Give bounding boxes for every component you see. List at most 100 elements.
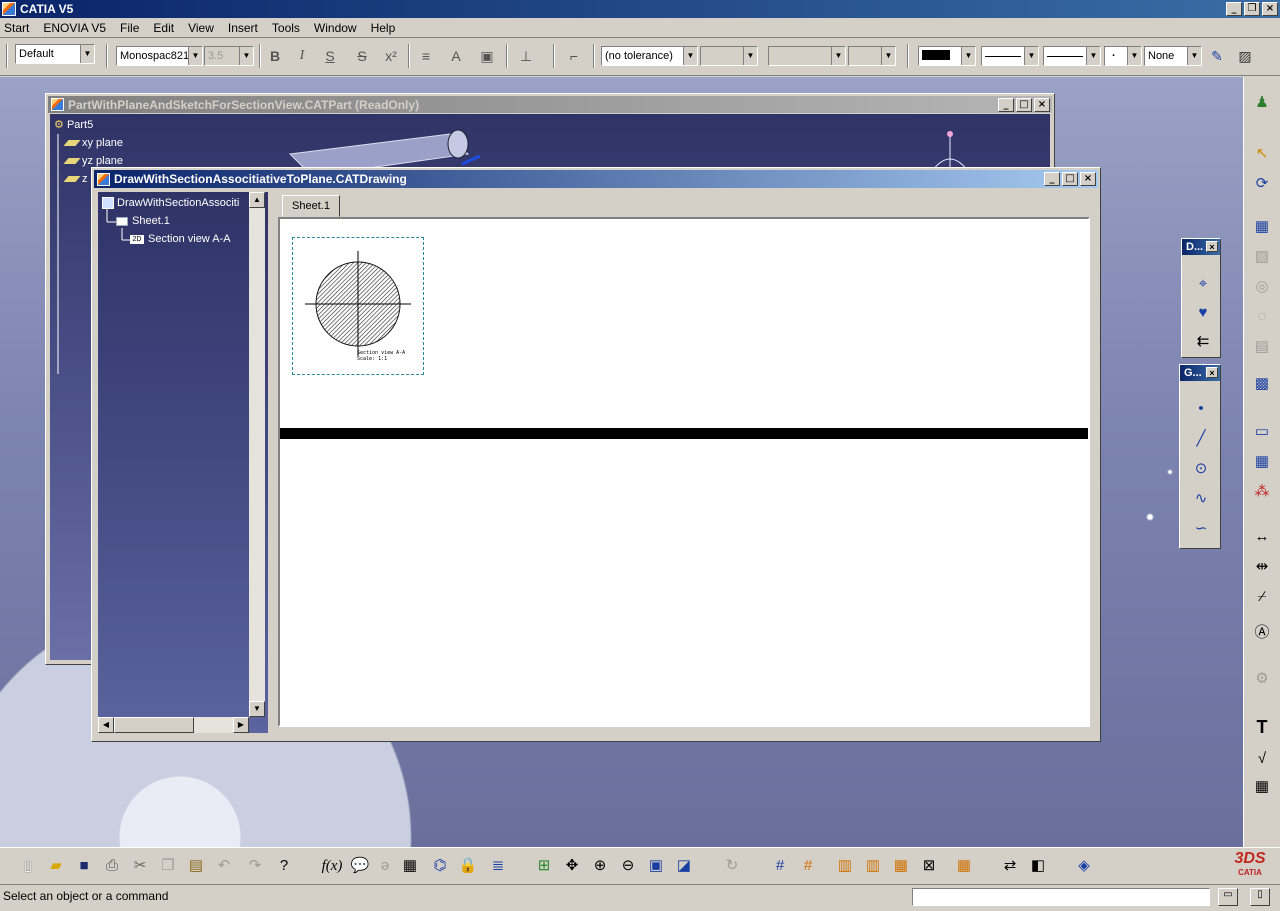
broken-view-icon[interactable]: ▤ bbox=[1250, 335, 1274, 359]
font-size-combo[interactable]: 3.5 ▼ bbox=[204, 46, 254, 66]
thickness-combo[interactable]: ▼ bbox=[1043, 46, 1101, 66]
maximize-button[interactable]: □ bbox=[1016, 98, 1032, 112]
tree-item-xy-plane[interactable]: xy plane bbox=[63, 137, 123, 149]
chevron-down-icon[interactable]: ▼ bbox=[683, 47, 697, 65]
select-icon[interactable]: ↖ bbox=[1250, 142, 1274, 166]
spline-icon[interactable]: ∽ bbox=[1189, 517, 1213, 541]
font-combo[interactable]: Monospac821 ▼ bbox=[116, 46, 203, 66]
section-view-frame[interactable]: Section view A-A Scale: 1:1 bbox=[292, 237, 424, 375]
new-document-icon[interactable]: ▯ bbox=[16, 854, 40, 878]
circle-icon[interactable]: ⊙ bbox=[1189, 457, 1213, 481]
chevron-down-icon[interactable]: ▼ bbox=[961, 47, 975, 65]
drawing-window[interactable]: DrawWithSectionAssocitiativeToPlane.CATD… bbox=[91, 167, 1101, 742]
power-input-button[interactable]: ▯ bbox=[1250, 888, 1270, 906]
balloon-icon[interactable]: ⚙ bbox=[1250, 667, 1274, 691]
tab-sheet-1[interactable]: Sheet.1 bbox=[282, 195, 340, 217]
pattern-combo[interactable]: None ▼ bbox=[1144, 46, 1202, 66]
chevron-down-icon[interactable]: ▼ bbox=[80, 45, 94, 63]
scroll-right-icon[interactable]: ▶ bbox=[233, 717, 249, 733]
paste-icon[interactable]: ▤ bbox=[184, 854, 208, 878]
design-table-icon[interactable]: ▦ bbox=[398, 854, 422, 878]
line-icon[interactable]: ╱ bbox=[1189, 427, 1213, 451]
chevron-down-icon[interactable]: ▼ bbox=[188, 47, 202, 65]
display-icon[interactable]: ▦ bbox=[952, 854, 976, 878]
workbench-icon[interactable]: ♟ bbox=[1250, 91, 1274, 115]
detail-view-icon[interactable]: ◎ bbox=[1250, 275, 1274, 299]
chevron-down-icon[interactable]: ▼ bbox=[743, 47, 757, 65]
chevron-down-icon[interactable]: ▼ bbox=[1024, 47, 1038, 65]
tree-item-yz-plane[interactable]: yz plane bbox=[63, 155, 123, 167]
dress-up-toolbar-title[interactable]: D... × bbox=[1182, 239, 1220, 255]
close-button[interactable]: × bbox=[1034, 98, 1050, 112]
drawing-specification-tree[interactable]: DrawWithSectionAssociti Sheet.1 2D Sectio… bbox=[98, 192, 268, 733]
zoom-out-icon[interactable]: ⊖ bbox=[616, 854, 640, 878]
update-icon[interactable]: ⟳ bbox=[1250, 172, 1274, 196]
chevron-down-icon[interactable]: ▼ bbox=[831, 47, 845, 65]
constraint-icon[interactable]: ⁂ bbox=[1250, 480, 1274, 504]
view-wizard-icon[interactable]: ▩ bbox=[1250, 372, 1274, 396]
close-icon[interactable]: × bbox=[1206, 367, 1218, 378]
hide-show-icon[interactable]: ◧ bbox=[1026, 854, 1050, 878]
chevron-down-icon[interactable]: ▼ bbox=[1086, 47, 1100, 65]
close-button[interactable]: × bbox=[1080, 172, 1096, 186]
text-tool-icon[interactable]: T bbox=[1250, 715, 1274, 739]
bold-icon[interactable]: B bbox=[264, 45, 286, 67]
save-icon[interactable]: ■ bbox=[72, 854, 96, 878]
profile-icon[interactable]: ∿ bbox=[1189, 487, 1213, 511]
filter-icon[interactable]: ⊠ bbox=[917, 854, 941, 878]
dimension-system-icon[interactable]: ▥ bbox=[861, 854, 885, 878]
tree-horizontal-scrollbar[interactable]: ◀ ▶ bbox=[98, 717, 249, 733]
close-button[interactable]: × bbox=[1262, 2, 1278, 16]
new-view-icon[interactable]: ▦ bbox=[1250, 215, 1274, 239]
minimize-button[interactable]: _ bbox=[998, 98, 1014, 112]
copy-icon[interactable]: ❐ bbox=[156, 854, 180, 878]
lock-icon[interactable]: 🔒 bbox=[456, 854, 480, 878]
drawing-sheet[interactable]: Section view A-A Scale: 1:1 bbox=[278, 217, 1090, 727]
menu-view[interactable]: View bbox=[181, 18, 221, 38]
analysis-display-icon[interactable]: ▥ bbox=[833, 854, 857, 878]
superscript-icon[interactable]: x² bbox=[380, 45, 402, 67]
tree-item-section-view[interactable]: 2D Section view A-A bbox=[130, 233, 231, 245]
menu-edit[interactable]: Edit bbox=[146, 18, 181, 38]
menu-enovia[interactable]: ENOVIA V5 bbox=[36, 18, 113, 38]
tolerance-icon[interactable]: ⌿ bbox=[1250, 585, 1274, 609]
print-icon[interactable]: ⎙ bbox=[100, 854, 124, 878]
fit-all-icon[interactable]: ⊞ bbox=[532, 854, 556, 878]
section-view-icon[interactable]: ▧ bbox=[1250, 245, 1274, 269]
chevron-down-icon[interactable]: ▼ bbox=[881, 47, 895, 65]
menu-window[interactable]: Window bbox=[307, 18, 364, 38]
text-frame-icon[interactable]: A bbox=[445, 45, 467, 67]
point-type-combo[interactable]: · ▼ bbox=[1104, 46, 1142, 66]
scroll-down-icon[interactable]: ▼ bbox=[249, 701, 265, 717]
create-detected-icon[interactable]: ▦ bbox=[889, 854, 913, 878]
menu-help[interactable]: Help bbox=[364, 18, 403, 38]
scroll-thumb[interactable] bbox=[114, 717, 194, 733]
close-icon[interactable]: × bbox=[1206, 241, 1218, 252]
menu-tools[interactable]: Tools bbox=[265, 18, 307, 38]
center-mark-icon[interactable]: ⌖ bbox=[1191, 272, 1215, 296]
precision-combo[interactable]: ▼ bbox=[848, 46, 896, 66]
dimension-generation-icon[interactable]: ⇹ bbox=[1250, 555, 1274, 579]
pattern-icon[interactable]: ▨ bbox=[1234, 45, 1256, 67]
dimension-icon[interactable]: ↔ bbox=[1250, 525, 1274, 549]
cut-icon[interactable]: ✂ bbox=[128, 854, 152, 878]
tree-item-part[interactable]: ⚙ Part5 bbox=[54, 118, 93, 131]
zoom-area-icon[interactable]: ▣ bbox=[644, 854, 668, 878]
formula-icon[interactable]: f(x) bbox=[320, 854, 344, 878]
tree-item-zx-plane[interactable]: z bbox=[63, 173, 88, 185]
swap-visible-space-icon[interactable]: ⇄ bbox=[998, 854, 1022, 878]
arrow-end-icon[interactable]: ⌐ bbox=[563, 45, 585, 67]
zoom-in-icon[interactable]: ⊕ bbox=[588, 854, 612, 878]
redo-icon[interactable]: ↷ bbox=[243, 854, 267, 878]
roughness-icon[interactable]: √ bbox=[1250, 747, 1274, 771]
sheet-background-icon[interactable]: ◈ bbox=[1072, 854, 1096, 878]
comment-icon[interactable]: 💬 bbox=[348, 854, 372, 878]
maximize-button[interactable]: □ bbox=[1062, 172, 1078, 186]
drawing-window-titlebar[interactable]: DrawWithSectionAssocitiativeToPlane.CATD… bbox=[94, 170, 1098, 188]
menu-insert[interactable]: Insert bbox=[221, 18, 265, 38]
tolerance-combo[interactable]: (no tolerance) ▼ bbox=[601, 46, 698, 66]
table-icon[interactable]: ▦ bbox=[1250, 775, 1274, 799]
dress-up-floating-toolbar[interactable]: D... × ⌖ ♥ ⇇ bbox=[1181, 238, 1221, 358]
text-icon[interactable]: Ⓐ bbox=[1250, 621, 1274, 645]
copy-format-icon[interactable]: ✎ bbox=[1206, 45, 1228, 67]
